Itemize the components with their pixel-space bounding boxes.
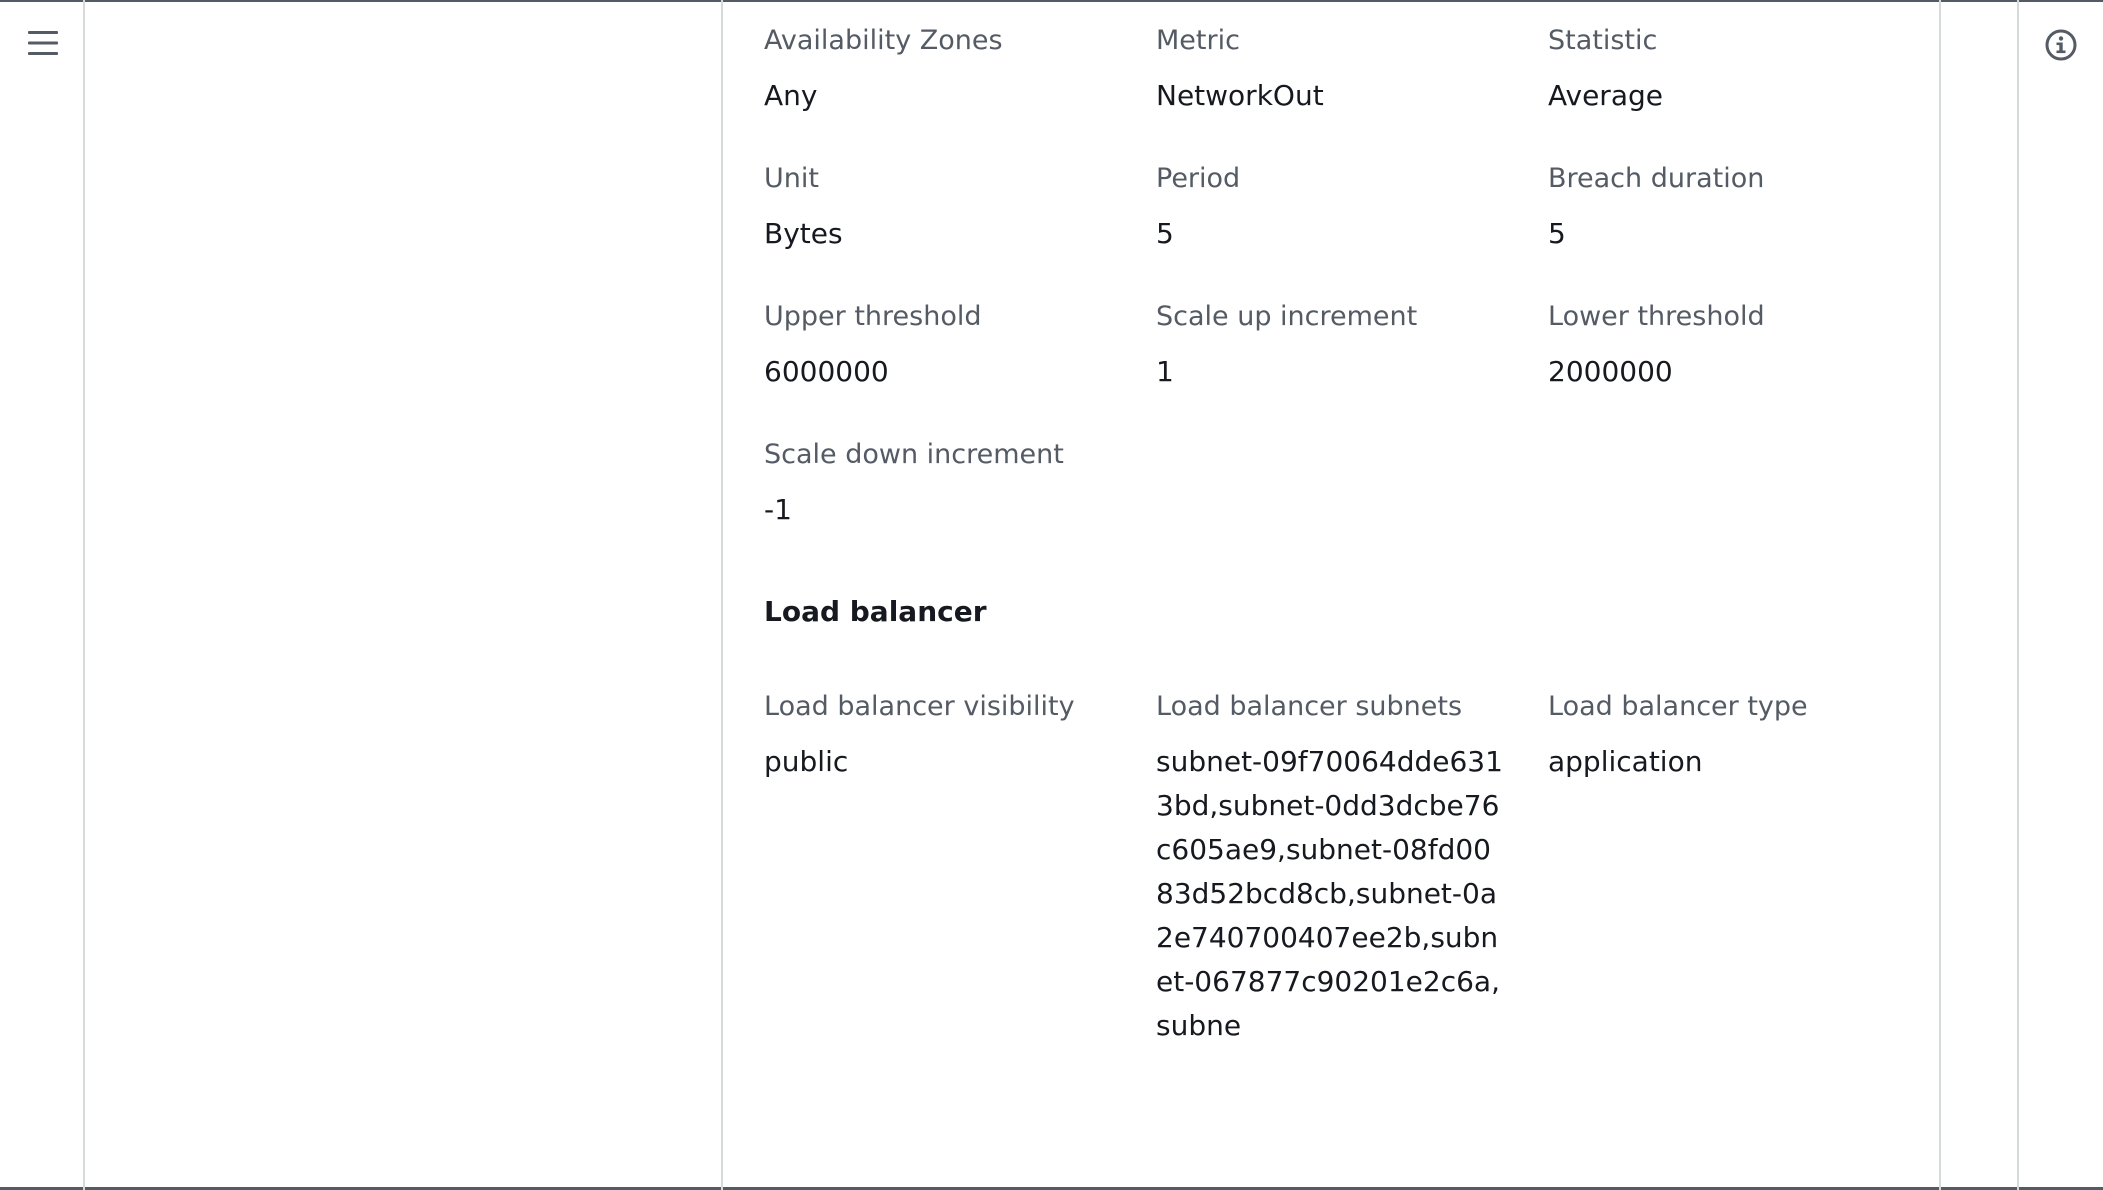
load-balancer-grid: Load balancer visibility public Load bal… — [764, 686, 1924, 1088]
field-label: Load balancer subnets — [1156, 691, 1463, 722]
content-right-divider — [1939, 0, 1941, 1190]
field-value: -1 — [764, 493, 792, 526]
field-scale-down-increment: Scale down increment -1 — [764, 434, 1156, 572]
field-metric: Metric NetworkOut — [1156, 20, 1548, 158]
field-statistic: Statistic Average — [1548, 20, 1924, 158]
field-label: Period — [1156, 163, 1241, 194]
field-value: public — [764, 745, 849, 778]
field-label: Statistic — [1548, 25, 1658, 56]
field-value: 5 — [1548, 217, 1566, 250]
configuration-details: Availability Zones Any Metric NetworkOut… — [764, 20, 1924, 1088]
field-label: Lower threshold — [1548, 301, 1765, 332]
field-value: Average — [1548, 79, 1663, 112]
field-value: 6000000 — [764, 355, 889, 388]
field-value: Any — [764, 79, 818, 112]
field-value: 1 — [1156, 355, 1174, 388]
left-nav-divider — [83, 0, 85, 1190]
content-left-divider — [721, 0, 723, 1190]
field-label: Upper threshold — [764, 301, 982, 332]
field-value: 2000000 — [1548, 355, 1673, 388]
field-label: Scale down increment — [764, 439, 1064, 470]
tools-panel-divider — [2017, 0, 2019, 1190]
field-value: Bytes — [764, 217, 843, 250]
field-value: application — [1548, 745, 1703, 778]
field-period: Period 5 — [1156, 158, 1548, 296]
field-scale-up-increment: Scale up increment 1 — [1156, 296, 1548, 434]
field-lower-threshold: Lower threshold 2000000 — [1548, 296, 1924, 434]
field-label: Load balancer type — [1548, 691, 1808, 722]
field-load-balancer-type: Load balancer type application — [1548, 686, 1924, 1088]
scaling-trigger-grid: Availability Zones Any Metric NetworkOut… — [764, 20, 1924, 572]
field-label: Scale up increment — [1156, 301, 1418, 332]
field-breach-duration: Breach duration 5 — [1548, 158, 1924, 296]
field-load-balancer-visibility: Load balancer visibility public — [764, 686, 1156, 1088]
field-value: NetworkOut — [1156, 79, 1324, 112]
field-availability-zones: Availability Zones Any — [764, 20, 1156, 158]
field-value: subnet-09f70064dde6313bd,subnet-0dd3dcbe… — [1156, 745, 1503, 1042]
field-label: Load balancer visibility — [764, 691, 1075, 722]
field-value: 5 — [1156, 217, 1174, 250]
info-circle-icon[interactable] — [2044, 28, 2078, 62]
hamburger-menu-icon[interactable] — [28, 30, 58, 56]
field-label: Metric — [1156, 25, 1240, 56]
field-upper-threshold: Upper threshold 6000000 — [764, 296, 1156, 434]
field-load-balancer-subnets: Load balancer subnets subnet-09f70064dde… — [1156, 686, 1548, 1088]
field-label: Availability Zones — [764, 25, 1003, 56]
field-unit: Unit Bytes — [764, 158, 1156, 296]
field-label: Unit — [764, 163, 819, 194]
load-balancer-section-title: Load balancer — [764, 595, 987, 628]
field-label: Breach duration — [1548, 163, 1765, 194]
